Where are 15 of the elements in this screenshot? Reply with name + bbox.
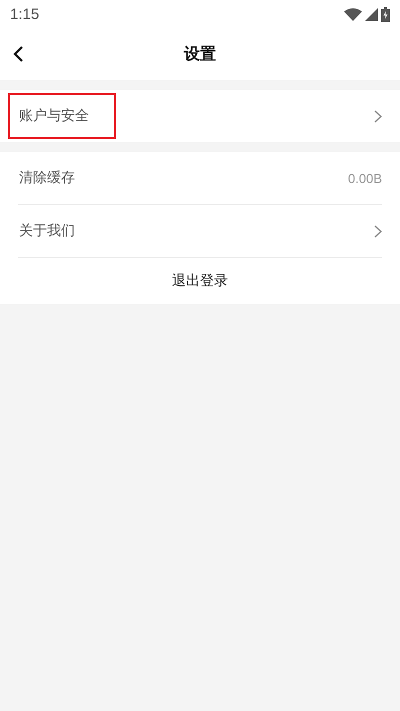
row-label: 关于我们	[18, 222, 76, 241]
row-label: 账户与安全	[8, 93, 116, 139]
wifi-icon	[344, 8, 362, 20]
settings-row[interactable]: 清除缓存 0.00B	[8, 152, 382, 204]
chevron-icon	[374, 224, 382, 238]
battery-icon	[381, 6, 390, 22]
page-title: 设置	[184, 44, 216, 64]
status-time: 1:15	[10, 6, 40, 22]
logout-button[interactable]: 退出登录	[164, 268, 236, 294]
cache-size: 0.00B	[348, 170, 382, 186]
row-label: 清除缓存	[18, 169, 76, 188]
signal-icon	[365, 8, 378, 20]
back-button[interactable]	[12, 45, 26, 63]
chevron-icon	[374, 110, 382, 122]
settings-row[interactable]: 关于我们	[8, 205, 382, 257]
